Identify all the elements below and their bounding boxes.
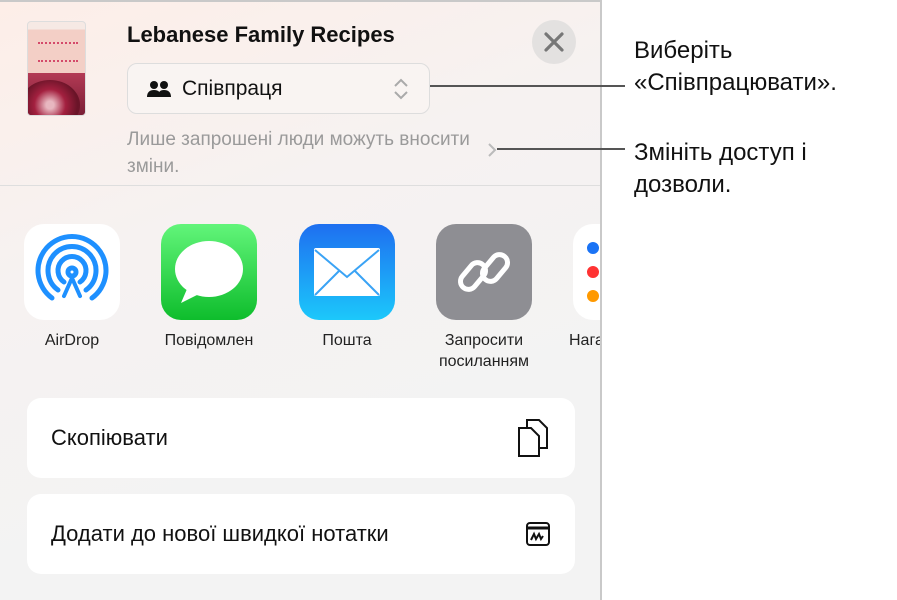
airdrop-icon (24, 224, 120, 320)
app-invite-link[interactable]: Запросити посиланням (436, 224, 532, 372)
close-button[interactable] (532, 20, 576, 64)
people-icon (147, 80, 171, 97)
callout-line (430, 85, 625, 87)
document-thumbnail (27, 21, 86, 116)
app-mail[interactable]: Пошта (299, 224, 395, 351)
app-airdrop[interactable]: AirDrop (24, 224, 120, 351)
callout-line (497, 148, 625, 150)
reminders-icon (573, 224, 600, 320)
mail-icon (299, 224, 395, 320)
app-messages[interactable]: Повідомлен (161, 224, 257, 351)
app-reminders[interactable]: Нага (569, 224, 600, 351)
messages-icon (161, 224, 257, 320)
app-label: Повідомлен (164, 332, 254, 349)
copy-icon (518, 419, 548, 457)
action-label: Додати до нової швидкої нотатки (51, 521, 389, 546)
close-icon (544, 32, 564, 52)
chevron-right-icon[interactable] (487, 142, 497, 158)
quick-note-icon (526, 522, 550, 546)
link-icon (436, 224, 532, 320)
app-label: AirDrop (44, 332, 100, 349)
app-label: Пошта (322, 332, 372, 349)
share-sheet: Lebanese Family Recipes Співпраця Лише з… (0, 0, 602, 600)
add-quick-note-button[interactable]: Додати до нової швидкої нотатки (27, 494, 575, 574)
callout-change-access: Змініть доступ і дозволи. (634, 139, 807, 198)
access-description[interactable]: Лише запрошені люди можуть вносити зміни… (127, 126, 487, 180)
app-label: Запросити посиланням (438, 332, 530, 370)
divider (0, 185, 600, 186)
app-label: Нага (569, 332, 602, 349)
copy-button[interactable]: Скопіювати (27, 398, 575, 478)
collaboration-mode-dropdown[interactable]: Співпраця (127, 63, 430, 114)
callout-choose: Виберіть «Співпрацювати». (634, 37, 837, 96)
document-title: Lebanese Family Recipes (127, 22, 395, 47)
action-label: Скопіювати (51, 425, 168, 450)
chevron-up-down-icon (394, 78, 408, 100)
collaboration-mode-value: Співпраця (182, 76, 283, 100)
